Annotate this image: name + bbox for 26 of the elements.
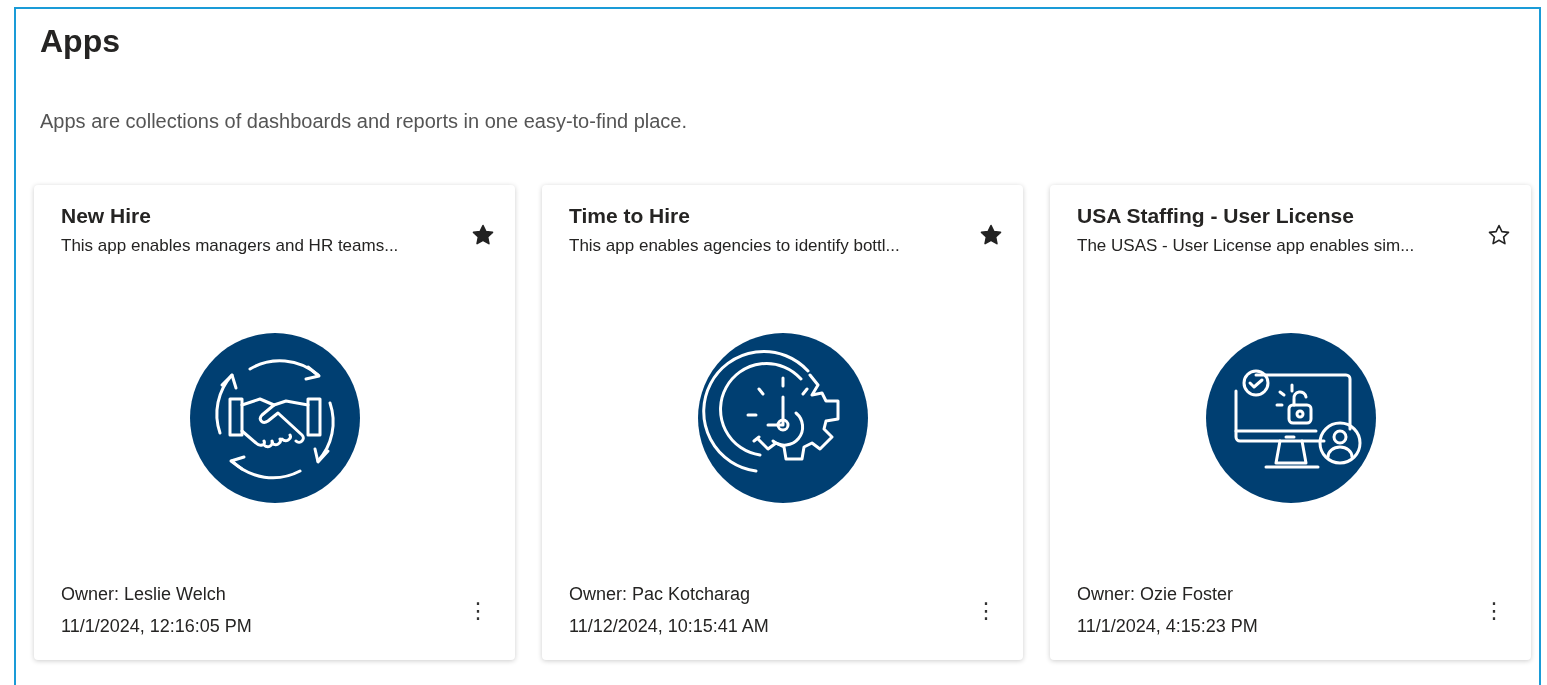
app-description: This app enables agencies to identify bottl... <box>569 235 900 257</box>
star-outline-icon[interactable] <box>1487 223 1511 247</box>
filled-star-icon[interactable] <box>979 223 1003 247</box>
app-owner: Owner: Pac Kotcharag <box>569 583 752 606</box>
page-description: Apps are collections of dashboards and reports in one easy-to-find place. <box>40 109 689 133</box>
app-date: 11/1/2024, 4:15:23 PM <box>1077 615 1258 638</box>
app-card[interactable]: New Hire This app enables managers and HR teams... Owner: Leslie Welch 11/1/2024, 12:16:05 PM ⋮ <box>34 185 515 660</box>
monitor-lock-icon <box>1205 332 1376 503</box>
clock-gear-icon <box>697 332 868 503</box>
filled-star-icon[interactable] <box>471 223 495 247</box>
more-options-button[interactable]: ⋮ <box>461 597 495 623</box>
app-card[interactable]: USA Staffing - User License The USAS - User License app enables sim... Owner: Ozie Foster 11/1/2024, 4:15:23 PM ⋮ <box>1050 185 1531 660</box>
app-date: 11/1/2024, 12:16:05 PM <box>61 615 252 638</box>
app-owner: Owner: Leslie Welch <box>61 583 227 606</box>
app-title: Time to Hire <box>569 203 691 229</box>
handshake-icon <box>189 332 360 503</box>
more-options-button[interactable]: ⋮ <box>1477 597 1511 623</box>
more-options-button[interactable]: ⋮ <box>969 597 1003 623</box>
page-title: Apps <box>40 22 121 61</box>
app-date: 11/12/2024, 10:15:41 AM <box>569 615 769 638</box>
app-owner: Owner: Ozie Foster <box>1077 583 1235 606</box>
app-card[interactable]: Time to Hire This app enables agencies to identify bottl... Owner: Pac Kotcharag 11/12/2024, 10:15:41 AM ⋮ <box>542 185 1023 660</box>
app-description: This app enables managers and HR teams... <box>61 235 399 257</box>
app-description: The USAS - User License app enables sim... <box>1077 235 1415 257</box>
app-title: New Hire <box>61 203 152 229</box>
app-title: USA Staffing - User License <box>1077 203 1355 229</box>
